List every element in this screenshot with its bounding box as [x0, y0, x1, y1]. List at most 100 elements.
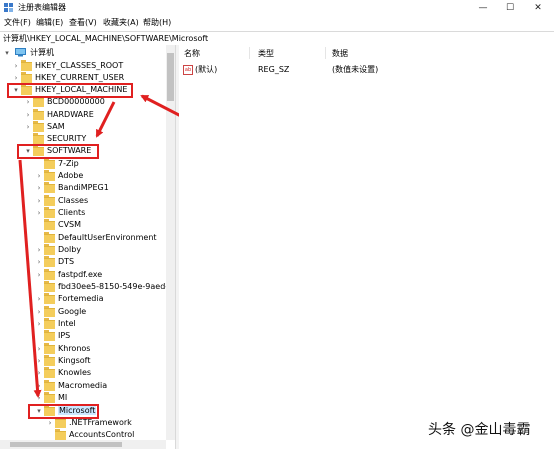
chevron-right-icon[interactable]: › — [35, 182, 43, 194]
key-tree: ▾ 计算机 › HKEY_CLASSES_ROOT › HKEY_CURRENT_U… — [0, 45, 175, 449]
tree-item-knowles[interactable]: › Knowles — [35, 367, 91, 379]
tree-item-label: .NETFramework — [69, 418, 132, 427]
column-header-type[interactable]: 类型 — [258, 48, 274, 59]
tree-item-intel[interactable]: › Intel — [35, 318, 76, 330]
tree-item-label: fbd30ee5-8150-549e-9aed-fd9 — [58, 282, 175, 291]
tree-item-classes[interactable]: › Classes — [35, 195, 88, 207]
chevron-right-icon[interactable]: › — [35, 207, 43, 219]
chevron-right-icon[interactable]: › — [35, 170, 43, 182]
folder-icon — [44, 293, 55, 304]
tree-item-hkcr[interactable]: › HKEY_CLASSES_ROOT — [12, 60, 123, 72]
chevron-right-icon[interactable]: › — [35, 367, 43, 379]
tree-item-hardware[interactable]: › HARDWARE — [24, 109, 94, 121]
menu-favorites[interactable]: 收藏夹(A) — [103, 17, 139, 29]
tree-item-label: HKEY_CURRENT_USER — [35, 73, 125, 82]
tree-item-label: Adobe — [58, 171, 84, 180]
tree-item-defaultuserenvironment[interactable]: DefaultUserEnvironment — [35, 232, 157, 244]
scrollbar-thumb[interactable] — [10, 442, 122, 447]
chevron-right-icon[interactable]: › — [24, 121, 32, 133]
tree-item-label: IPS — [58, 331, 71, 340]
tree-item-mi[interactable]: › MI — [35, 392, 67, 404]
tree-item-bandimpeg1[interactable]: › BandiMPEG1 — [35, 182, 109, 194]
folder-icon — [44, 367, 55, 378]
string-value-icon: ab — [183, 65, 193, 75]
folder-icon — [44, 195, 55, 206]
value-name: (默认) — [195, 65, 218, 74]
tree-item-google[interactable]: › Google — [35, 306, 86, 318]
folder-icon — [44, 256, 55, 267]
title-bar: 注册表编辑器 — ☐ ✕ — [0, 0, 554, 16]
folder-icon — [44, 380, 55, 391]
tree-item-label: Macromedia — [58, 381, 108, 390]
tree-item-macromedia[interactable]: › Macromedia — [35, 380, 107, 392]
tree-item-label: DefaultUserEnvironment — [58, 233, 157, 242]
menu-help[interactable]: 帮助(H) — [143, 17, 171, 29]
column-separator[interactable] — [249, 47, 250, 59]
tree-vertical-scrollbar[interactable] — [166, 45, 175, 440]
chevron-right-icon[interactable]: › — [35, 293, 43, 305]
chevron-right-icon[interactable]: › — [35, 380, 43, 392]
tree-item-label: Clients — [58, 208, 86, 217]
chevron-right-icon[interactable]: › — [35, 244, 43, 256]
tree-item-label: AccountsControl — [69, 430, 135, 439]
tree-item-clients[interactable]: › Clients — [35, 207, 85, 219]
highlight-box-hklm — [7, 83, 133, 98]
folder-icon — [33, 133, 44, 144]
tree-item-computer[interactable]: ▾ 计算机 — [3, 47, 54, 59]
menu-edit[interactable]: 编辑(E) — [36, 17, 63, 29]
chevron-right-icon[interactable]: › — [35, 355, 43, 367]
tree-item-label: Khronos — [58, 344, 91, 353]
minimize-button[interactable]: — — [470, 0, 496, 16]
chevron-right-icon[interactable]: › — [35, 343, 43, 355]
tree-item-cvsm[interactable]: CVSM — [35, 219, 81, 231]
folder-icon — [44, 330, 55, 341]
chevron-right-icon[interactable]: › — [35, 306, 43, 318]
menu-file[interactable]: 文件(F) — [4, 17, 31, 29]
tree-item-label: 7-Zip — [58, 159, 79, 168]
maximize-button[interactable]: ☐ — [497, 0, 523, 16]
chevron-right-icon[interactable]: › — [12, 60, 20, 72]
folder-icon — [44, 343, 55, 354]
tree-item-label: BandiMPEG1 — [58, 183, 109, 192]
menu-view[interactable]: 查看(V) — [69, 17, 97, 29]
folder-icon — [44, 219, 55, 230]
computer-icon — [14, 48, 26, 57]
chevron-right-icon[interactable]: › — [35, 269, 43, 281]
folder-icon — [21, 60, 32, 71]
tree-item-fortemedia[interactable]: › Fortemedia — [35, 293, 103, 305]
tree-item-sam[interactable]: › SAM — [24, 121, 65, 133]
value-data: (数值未设置) — [332, 65, 379, 74]
tree-item-label: SAM — [47, 122, 65, 131]
tree-item-fastpdf[interactable]: › fastpdf.exe — [35, 269, 102, 281]
column-header-name[interactable]: 名称 — [184, 48, 200, 59]
chevron-right-icon[interactable]: › — [24, 109, 32, 121]
menu-bar: 文件(F) 编辑(E) 查看(V) 收藏夹(A) 帮助(H) — [0, 16, 554, 30]
close-button[interactable]: ✕ — [525, 0, 551, 16]
tree-item-adobe[interactable]: › Adobe — [35, 170, 83, 182]
column-separator[interactable] — [325, 47, 326, 59]
tree-item-label: 计算机 — [30, 48, 55, 57]
folder-icon — [44, 306, 55, 317]
tree-item-kingsoft[interactable]: › Kingsoft — [35, 355, 91, 367]
address-path: 计算机\HKEY_LOCAL_MACHINE\SOFTWARE\Microsof… — [3, 34, 209, 43]
tree-item-dts[interactable]: › DTS — [35, 256, 74, 268]
chevron-right-icon[interactable]: › — [35, 256, 43, 268]
column-header-data[interactable]: 数据 — [332, 48, 348, 59]
tree-item-7zip[interactable]: 7-Zip — [35, 158, 79, 170]
watermark: 头条 @金山毒霸 — [428, 422, 531, 438]
scrollbar-thumb[interactable] — [167, 53, 174, 101]
tree-item-label: HKEY_CLASSES_ROOT — [35, 61, 124, 70]
folder-icon — [21, 72, 32, 83]
tree-item-khronos[interactable]: › Khronos — [35, 343, 90, 355]
tree-item-dolby[interactable]: › Dolby — [35, 244, 81, 256]
chevron-right-icon[interactable]: › — [35, 392, 43, 404]
tree-horizontal-scrollbar[interactable] — [0, 440, 166, 449]
address-bar[interactable]: 计算机\HKEY_LOCAL_MACHINE\SOFTWARE\Microsof… — [0, 31, 554, 46]
chevron-right-icon[interactable]: › — [35, 195, 43, 207]
folder-icon — [55, 417, 66, 428]
folder-icon — [44, 182, 55, 193]
tree-item-fbd30ee5[interactable]: fbd30ee5-8150-549e-9aed-fd9 — [35, 281, 175, 293]
chevron-down-icon[interactable]: ▾ — [3, 47, 11, 59]
tree-item-ips[interactable]: IPS — [35, 330, 70, 342]
chevron-right-icon[interactable]: › — [35, 318, 43, 330]
